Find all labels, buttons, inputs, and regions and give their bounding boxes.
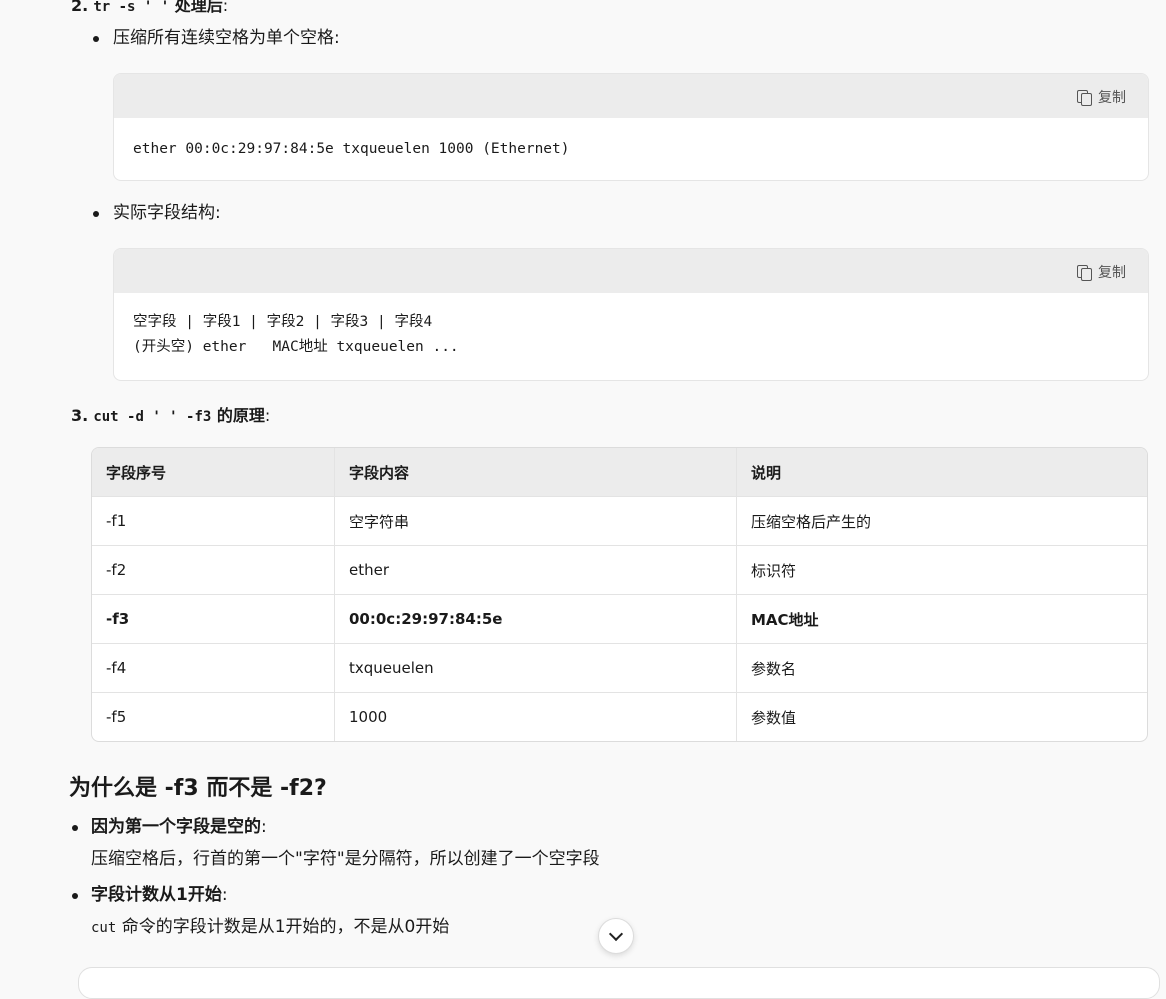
list-item-3-heading: 3. cut -d ' ' -f3 的原理: — [71, 402, 270, 426]
bullet-bold-text: 因为第一个字段是空的 — [91, 817, 261, 837]
code-line: (开头空) ether MAC地址 txqueuelen ... — [133, 339, 459, 355]
table-header: 字段内容 — [335, 448, 737, 497]
colon: : — [221, 885, 228, 905]
scroll-to-bottom-button[interactable] — [598, 918, 634, 954]
colon: : — [261, 817, 267, 837]
copy-label: 复制 — [1098, 90, 1126, 106]
heading-text: 的原理 — [211, 406, 265, 425]
chevron-down-icon — [608, 926, 624, 942]
code-block-1: 复制 ether 00:0c:29:97:84:5e txqueuelen 10… — [113, 73, 1149, 181]
bullet-empty-field: 因为第一个字段是空的: — [91, 815, 267, 839]
bullet-dot — [93, 211, 99, 217]
bullet-dot — [93, 36, 99, 42]
table-cell: 参数值 — [751, 708, 797, 727]
table-cell: -f5 — [92, 693, 335, 741]
list-number: 2. — [71, 0, 89, 15]
table-cell: 空字符串 — [335, 497, 737, 546]
bullet-count-from-one: 字段计数从1开始: — [91, 883, 228, 907]
code-line: 空字段 | 字段1 | 字段2 | 字段3 | 字段4 — [133, 314, 433, 330]
bullet-detail: 压缩空格后，行首的第一个"字符"是分隔符，所以创建了一个空字段 — [91, 849, 600, 869]
table-cell: txqueuelen — [335, 644, 737, 693]
inline-code: tr -s ' ' — [93, 0, 170, 15]
table-cell: ether — [335, 546, 737, 595]
inline-code: cut — [91, 920, 117, 936]
colon: : — [264, 406, 271, 425]
code-block-2: 复制 空字段 | 字段1 | 字段2 | 字段3 | 字段4 (开头空) ethe… — [113, 248, 1149, 381]
copy-icon — [1076, 89, 1092, 106]
field-table: 字段序号 字段内容 说明 -f1 空字符串 压缩空格后产生的 -f2 ether… — [91, 447, 1148, 742]
table-cell: 参数名 — [737, 644, 1147, 693]
table-cell: -f1 — [92, 497, 335, 546]
table-cell: MAC地址 — [737, 595, 1147, 644]
bullet-bold-text: 字段计数从1开始 — [91, 885, 222, 905]
table-cell: 1000 — [335, 693, 737, 741]
bullet-dot — [72, 825, 78, 831]
copy-label: 复制 — [1098, 265, 1126, 281]
list-item-2-heading: 2. tr -s ' ' 处理后: — [71, 0, 228, 16]
table-cell: 标识符 — [737, 546, 1147, 595]
next-content-box — [78, 967, 1160, 999]
copy-button[interactable]: 复制 — [1076, 262, 1126, 282]
table-header: 说明 — [737, 448, 1147, 497]
bullet-dot — [72, 893, 78, 899]
section-title: 为什么是 -f3 而不是 -f2? — [69, 776, 327, 801]
copy-button[interactable]: 复制 — [1076, 87, 1126, 107]
table-row: -f1 空字符串 压缩空格后产生的 — [92, 497, 1147, 546]
table-header-row: 字段序号 字段内容 说明 — [92, 448, 1147, 497]
table-cell: -f4 — [92, 644, 335, 693]
code-content: 空字段 | 字段1 | 字段2 | 字段3 | 字段4 (开头空) ether M… — [114, 293, 1148, 380]
table-row-highlighted: -f3 00:0c:29:97:84:5e MAC地址 — [92, 595, 1147, 644]
bullet-text-compress: 压缩所有连续空格为单个空格: — [113, 28, 340, 48]
colon: : — [222, 0, 229, 15]
table-cell: -f3 — [92, 595, 335, 644]
table-row: -f4 txqueuelen 参数名 — [92, 644, 1147, 693]
table-row: -f2 ether 标识符 — [92, 546, 1147, 595]
detail-text: 命令的字段计数是从1开始的，不是从0开始 — [116, 917, 450, 937]
table-header: 字段序号 — [92, 448, 335, 497]
table-row: -f5 1000 参数值 — [92, 693, 1147, 741]
code-block-header: 复制 — [114, 74, 1148, 118]
bullet-detail: cut 命令的字段计数是从1开始的，不是从0开始 — [91, 915, 449, 940]
bullet-text-structure: 实际字段结构: — [113, 203, 221, 223]
table-cell: -f2 — [92, 546, 335, 595]
list-number: 3. — [71, 406, 89, 425]
heading-text: 处理后 — [169, 0, 223, 15]
table-cell: 压缩空格后产生的 — [737, 497, 1147, 546]
code-content: ether 00:0c:29:97:84:5e txqueuelen 1000 … — [133, 141, 570, 157]
table-cell: 00:0c:29:97:84:5e — [335, 595, 737, 644]
copy-icon — [1076, 264, 1092, 281]
code-block-header: 复制 — [114, 249, 1148, 293]
inline-code: cut -d ' ' -f3 — [93, 409, 212, 425]
